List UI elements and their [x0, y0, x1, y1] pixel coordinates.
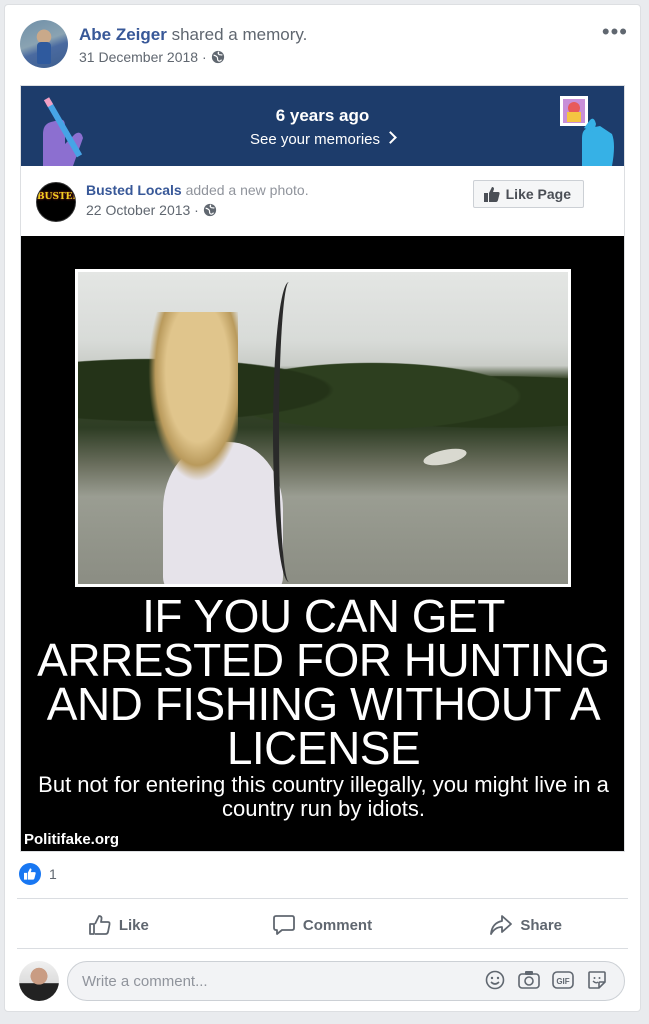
share-arrow-icon — [490, 915, 513, 935]
like-page-label: Like Page — [505, 186, 571, 202]
commenter-avatar[interactable] — [19, 961, 59, 1001]
meme-image[interactable]: IF YOU CAN GET ARRESTED FOR HUNTING AND … — [21, 236, 624, 851]
comment-tools: GIF — [484, 969, 608, 991]
hand-photo-icon — [560, 96, 614, 166]
more-dots-icon[interactable]: ••• — [602, 19, 628, 45]
post-date[interactable]: 31 December 2018 · — [79, 49, 207, 65]
svg-text:GIF: GIF — [556, 977, 569, 986]
globe-icon — [211, 50, 224, 64]
comment-composer: GIF — [19, 959, 630, 1003]
original-date[interactable]: 22 October 2013 · — [86, 202, 199, 218]
like-button[interactable]: Like — [17, 903, 221, 947]
globe-icon — [203, 203, 216, 217]
post-header: Abe Zeiger shared a memory. — [79, 25, 307, 45]
original-timestamp: 22 October 2013 · — [86, 202, 217, 218]
page-avatar[interactable]: BUSTED — [36, 182, 76, 222]
author-avatar[interactable] — [20, 20, 68, 68]
gif-icon[interactable]: GIF — [552, 969, 574, 991]
post-timestamp: 31 December 2018 · — [79, 49, 225, 65]
page-avatar-text: BUSTED — [37, 192, 76, 202]
post-card: Abe Zeiger shared a memory. 31 December … — [4, 4, 641, 1012]
memory-banner: 6 years ago See your memories — [21, 86, 624, 166]
action-bar: Like Comment Share — [17, 903, 628, 947]
share-button[interactable]: Share — [424, 903, 628, 947]
emoji-icon[interactable] — [484, 969, 506, 991]
meme-subline: But not for entering this country illega… — [38, 772, 609, 821]
page-name-link[interactable]: Busted Locals — [86, 182, 182, 198]
years-ago-title: 6 years ago — [275, 106, 370, 125]
thumbs-up-icon — [483, 186, 500, 202]
comment-bubble-icon — [273, 915, 295, 935]
thumbs-up-outline-icon — [88, 915, 111, 935]
meme-photo — [75, 269, 571, 587]
reaction-summary[interactable]: 1 — [19, 863, 57, 885]
hand-pencil-icon — [43, 97, 83, 166]
original-post-header: BUSTED Busted Locals added a new photo. … — [21, 166, 624, 236]
original-action-text: added a new photo. — [181, 182, 309, 198]
author-name-link[interactable]: Abe Zeiger — [79, 25, 167, 44]
like-label: Like — [118, 916, 149, 934]
camera-icon[interactable] — [518, 969, 540, 991]
like-reaction-icon — [19, 863, 41, 885]
post-action-text: shared a memory. — [166, 25, 308, 44]
bow-shape — [273, 282, 305, 582]
sticker-icon[interactable] — [586, 969, 608, 991]
hair-shape — [148, 312, 238, 482]
meme-credit: Politifake.org — [24, 831, 120, 848]
meme-headline: IF YOU CAN GET ARRESTED FOR HUNTING AND … — [37, 590, 610, 774]
see-memories-label: See your memories — [249, 131, 381, 148]
divider — [17, 898, 628, 899]
memory-container: 6 years ago See your memories BUSTED Bus… — [20, 85, 625, 852]
see-memories-link[interactable]: See your memories — [21, 131, 624, 148]
comment-label: Comment — [302, 916, 373, 934]
reaction-count: 1 — [49, 866, 57, 882]
divider — [17, 948, 628, 949]
comment-button[interactable]: Comment — [221, 903, 425, 947]
chevron-right-icon — [384, 131, 397, 144]
like-page-button[interactable]: Like Page — [472, 180, 584, 208]
share-label: Share — [520, 916, 563, 934]
original-post-title: Busted Locals added a new photo. — [86, 182, 309, 198]
